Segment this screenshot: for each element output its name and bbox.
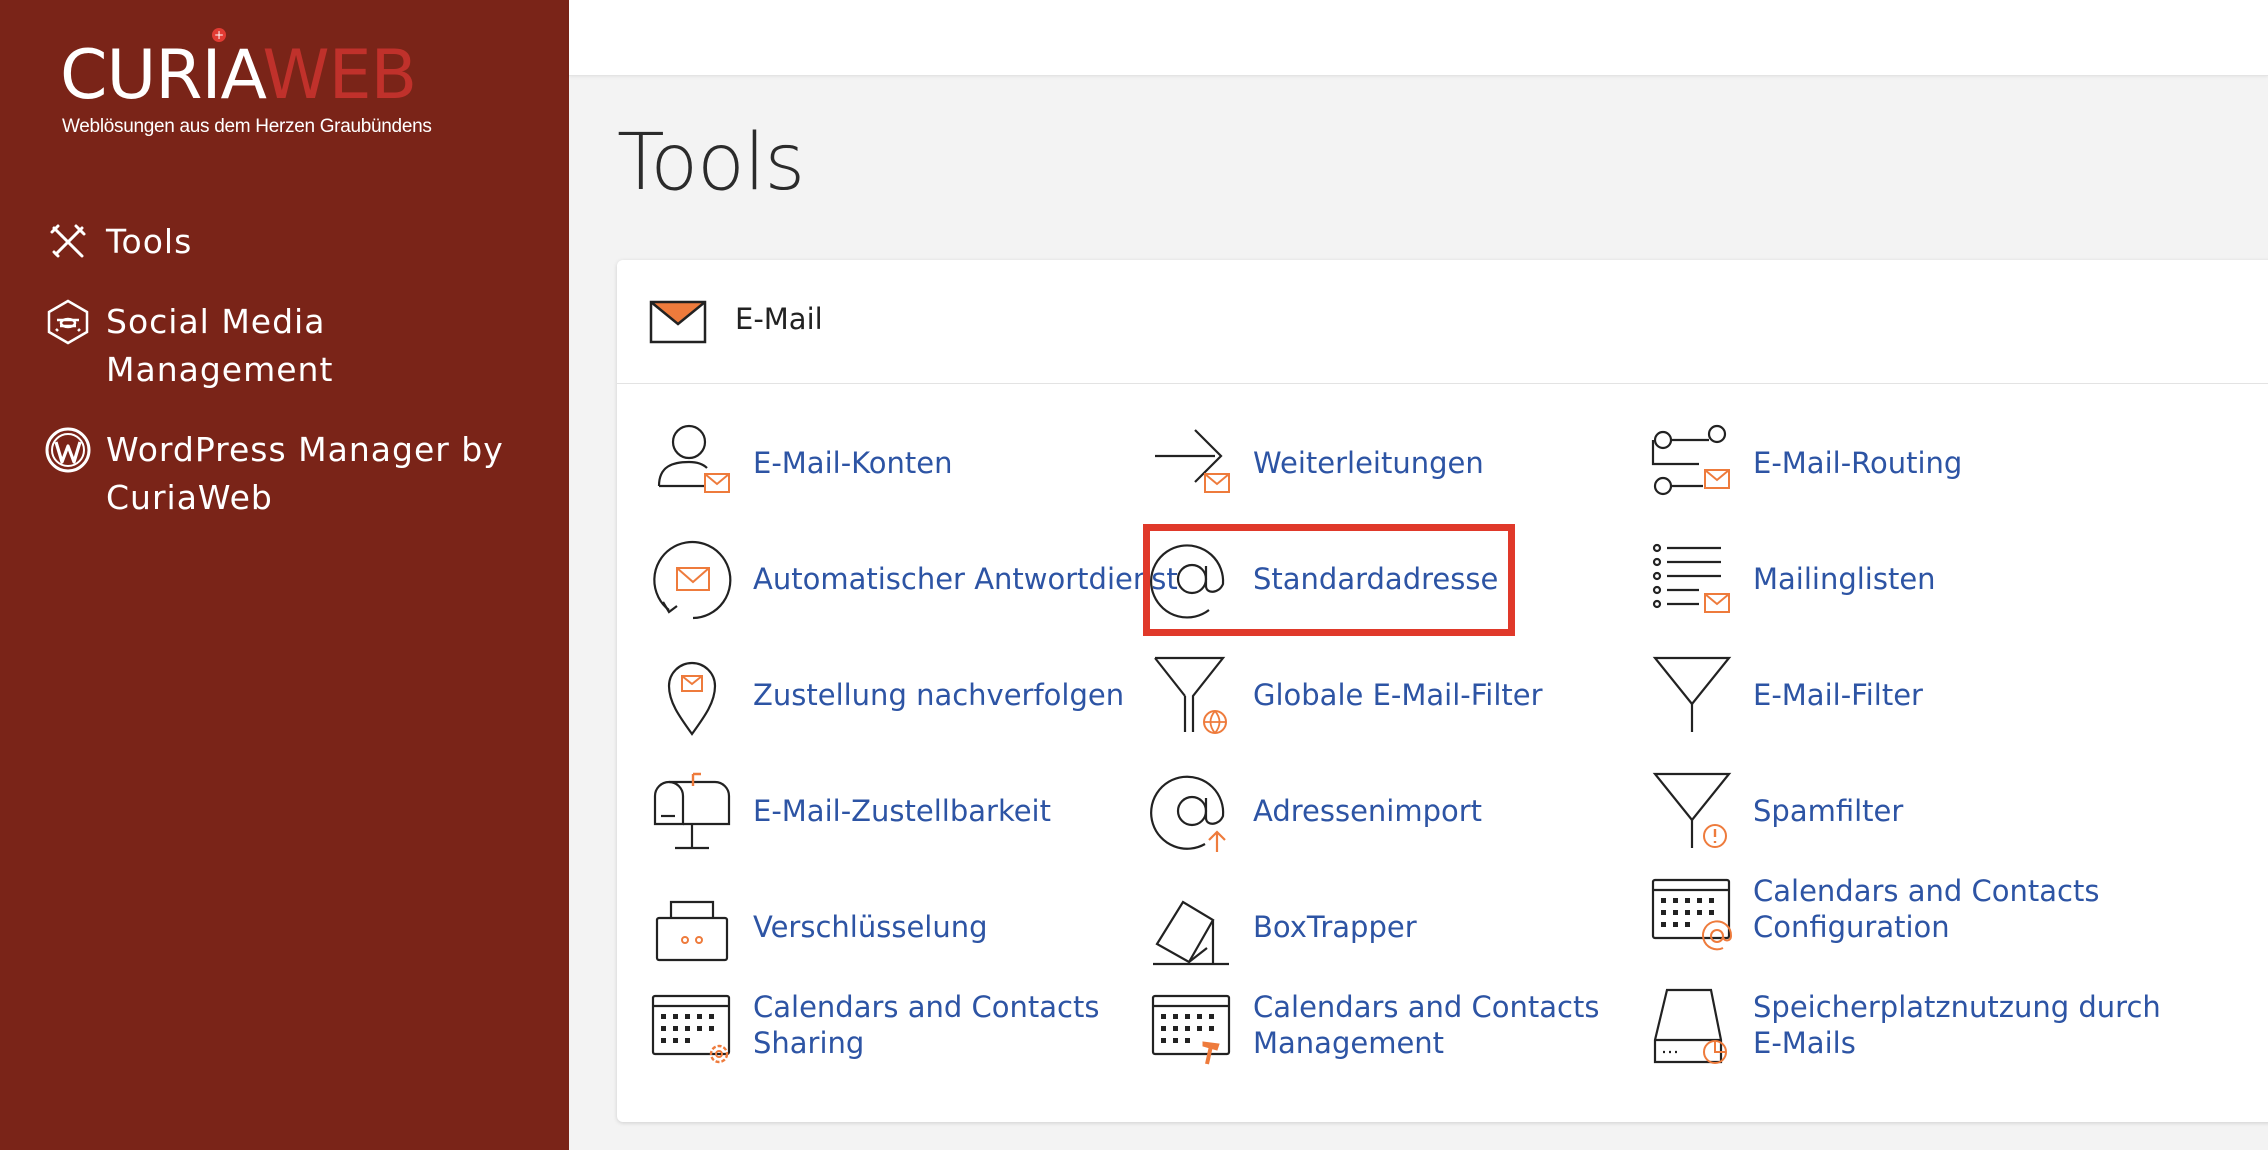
tool-calendars-contacts-management[interactable]: Calendars and Contacts Management	[1147, 980, 1599, 1070]
email-panel-header[interactable]: E-Mail	[617, 260, 2268, 384]
tool-email-accounts[interactable]: E-Mail-Konten	[647, 418, 952, 508]
tool-email-disk-usage[interactable]: Speicherplatznutzung durch E-Mails	[1647, 980, 2161, 1070]
curiaweb-logo[interactable]: + CURIAWEB Weblösungen aus dem Herzen Gr…	[60, 28, 460, 148]
tool-label: Zustellung nachverfolgen	[753, 678, 1125, 712]
envelope-icon	[649, 300, 707, 344]
tool-label: Calendars and Contacts Management	[1253, 990, 1600, 1060]
tool-email-filters[interactable]: E-Mail-Filter	[1647, 650, 1923, 740]
calendar-at-icon	[1647, 864, 1737, 954]
filter-icon	[1647, 650, 1737, 740]
lock-box-icon	[647, 882, 737, 972]
sidebar-nav: Tools Social Media Management WordPress …	[42, 216, 542, 552]
tool-label: Spamfilter	[1753, 794, 1904, 828]
sidebar-item-tools[interactable]: Tools	[42, 216, 542, 296]
tool-label: Speicherplatznutzung durch E-Mails	[1753, 990, 2161, 1060]
tool-calendars-contacts-sharing[interactable]: Calendars and Contacts Sharing	[647, 980, 1099, 1070]
tool-label: Globale E-Mail-Filter	[1253, 678, 1543, 712]
sidebar: + CURIAWEB Weblösungen aus dem Herzen Gr…	[0, 0, 569, 1150]
autoresponder-icon	[647, 534, 737, 624]
tool-label: Adressenimport	[1253, 794, 1483, 828]
tool-label: E-Mail-Konten	[753, 446, 953, 480]
tool-label: E-Mail-Zustellbarkeit	[753, 794, 1051, 828]
tool-label: Calendars and Contacts Configuration	[1753, 874, 2100, 944]
sidebar-item-label: Social Media Management	[106, 302, 334, 389]
tool-spam-filters[interactable]: Spamfilter	[1647, 766, 1903, 856]
at-sign-import-icon	[1147, 766, 1237, 856]
tool-track-delivery[interactable]: Zustellung nachverfolgen	[647, 650, 1124, 740]
tool-email-deliverability[interactable]: E-Mail-Zustellbarkeit	[647, 766, 1051, 856]
sidebar-item-label: Tools	[106, 222, 193, 261]
tool-encryption[interactable]: Verschlüsselung	[647, 882, 988, 972]
tool-label: E-Mail-Filter	[1753, 678, 1923, 712]
tool-forwarders[interactable]: Weiterleitungen	[1147, 418, 1484, 508]
tool-calendars-contacts-configuration[interactable]: Calendars and Contacts Configuration	[1647, 864, 2099, 954]
logo-tagline: Weblösungen aus dem Herzen Graubündens	[62, 116, 432, 137]
tool-label: E-Mail-Routing	[1753, 446, 1963, 480]
highlight-box	[1143, 524, 1515, 636]
routing-icon	[1647, 418, 1737, 508]
tool-boxtrapper[interactable]: BoxTrapper	[1147, 882, 1417, 972]
top-header-bar	[569, 0, 2268, 76]
logo-wordmark: CURIAWEB	[60, 36, 417, 115]
disk-usage-icon	[1647, 980, 1737, 1070]
tools-icon	[42, 216, 94, 268]
map-pin-mail-icon	[647, 650, 737, 740]
tool-mailing-lists[interactable]: Mailinglisten	[1647, 534, 1936, 624]
box-trap-icon	[1147, 882, 1237, 972]
forward-arrow-icon	[1147, 418, 1237, 508]
list-mail-icon	[1647, 534, 1737, 624]
calendar-gear-icon	[647, 980, 737, 1070]
tool-label: Weiterleitungen	[1253, 446, 1484, 480]
calendar-hammer-icon	[1147, 980, 1237, 1070]
social-media-icon	[42, 296, 94, 348]
tool-label: Calendars and Contacts Sharing	[753, 990, 1100, 1060]
filter-warning-icon	[1647, 766, 1737, 856]
mailbox-icon	[647, 766, 737, 856]
tool-global-email-filters[interactable]: Globale E-Mail-Filter	[1147, 650, 1543, 740]
tool-address-importer[interactable]: Adressenimport	[1147, 766, 1482, 856]
tool-label: Mailinglisten	[1753, 562, 1936, 596]
user-mail-icon	[647, 418, 737, 508]
tool-autoresponders[interactable]: Automatischer Antwortdienst	[647, 534, 1178, 624]
sidebar-item-wordpress-manager[interactable]: WordPress Manager by CuriaWeb	[42, 424, 542, 552]
sidebar-item-social-media-management[interactable]: Social Media Management	[42, 296, 542, 424]
sidebar-item-label: WordPress Manager by CuriaWeb	[106, 430, 504, 517]
tool-label: Automatischer Antwortdienst	[753, 562, 1178, 596]
email-section-title: E-Mail	[735, 302, 823, 336]
email-panel: E-Mail E-Mail-Konten Weiterleitungen E-M…	[617, 260, 2268, 1122]
tool-label: Verschlüsselung	[753, 910, 988, 944]
tool-label: BoxTrapper	[1253, 910, 1417, 944]
tool-email-routing[interactable]: E-Mail-Routing	[1647, 418, 1962, 508]
wordpress-icon	[42, 424, 94, 476]
filter-globe-icon	[1147, 650, 1237, 740]
page-title: Tools	[617, 118, 805, 208]
